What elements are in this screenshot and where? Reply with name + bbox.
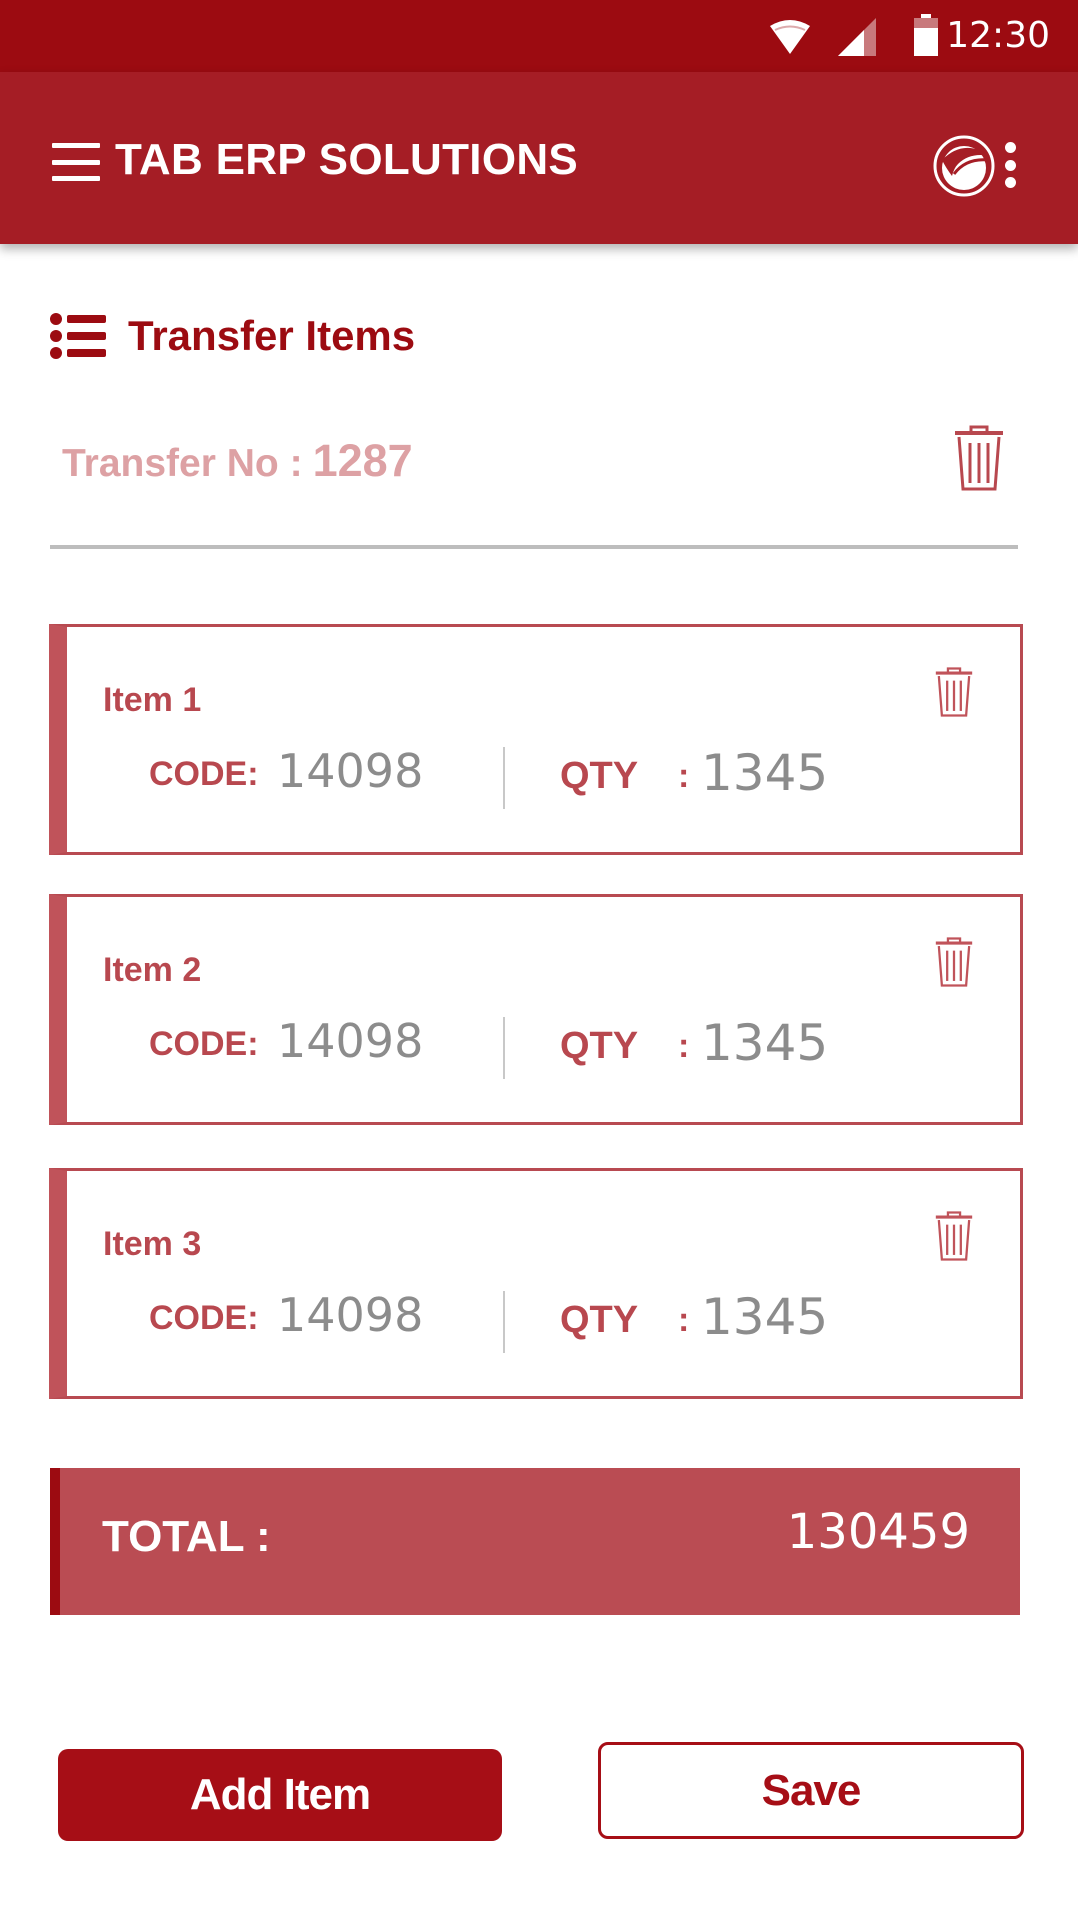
code-value: 14098 [277, 1288, 424, 1342]
qty-separator: : [678, 1027, 690, 1065]
item-card[interactable]: Item 3 CODE: 14098 QTY : 1345 [49, 1168, 1023, 1399]
qty-label: QTY [560, 755, 639, 797]
total-bar: TOTAL : 130459 [50, 1468, 1020, 1615]
app-title: TAB ERP SOLUTIONS [115, 135, 579, 184]
menu-icon[interactable] [52, 143, 100, 181]
qty-separator: : [678, 1301, 690, 1339]
trash-icon[interactable] [953, 425, 1005, 491]
divider [503, 1291, 505, 1353]
code-value: 14098 [277, 744, 424, 798]
section-header: Transfer Items [50, 310, 415, 362]
transfer-no-field[interactable]: Transfer No :1287 [50, 425, 1018, 549]
item-card[interactable]: Item 2 CODE: 14098 QTY : 1345 [49, 894, 1023, 1125]
trash-icon[interactable] [933, 937, 975, 987]
qty-separator: : [678, 757, 690, 795]
status-time: 12:30 [946, 15, 1050, 56]
code-value: 14098 [277, 1014, 424, 1068]
code-label: CODE: [149, 1025, 259, 1063]
qty-value: 1345 [701, 1014, 829, 1072]
qty-value: 1345 [701, 744, 829, 802]
save-button[interactable]: Save [598, 1742, 1024, 1839]
overflow-menu-icon[interactable] [1004, 142, 1016, 188]
transfer-no-value: 1287 [312, 435, 413, 486]
qty-value: 1345 [701, 1288, 829, 1346]
trash-icon[interactable] [933, 667, 975, 717]
battery-icon [914, 14, 938, 56]
item-name: Item 3 [103, 1225, 202, 1263]
item-card[interactable]: Item 1 CODE: 14098 QTY : 1345 [49, 624, 1023, 855]
total-value: 130459 [786, 1504, 970, 1560]
item-name: Item 1 [103, 681, 202, 719]
divider [503, 1017, 505, 1079]
item-name: Item 2 [103, 951, 202, 989]
list-icon [50, 313, 106, 359]
signal-icon [838, 18, 876, 56]
transfer-no-label: Transfer No :1287 [62, 435, 413, 487]
status-bar: 12:30 [0, 0, 1078, 72]
trash-icon[interactable] [933, 1211, 975, 1261]
divider [503, 747, 505, 809]
wifi-icon [770, 20, 810, 54]
section-title: Transfer Items [128, 312, 416, 359]
code-label: CODE: [149, 755, 259, 793]
qty-label: QTY [560, 1025, 639, 1067]
logo-icon[interactable] [932, 134, 996, 198]
transfer-no-label-text: Transfer No : [62, 442, 303, 485]
add-item-button[interactable]: Add Item [58, 1749, 502, 1841]
code-label: CODE: [149, 1299, 259, 1337]
total-label: TOTAL : [102, 1512, 271, 1561]
app-bar: TAB ERP SOLUTIONS [0, 72, 1078, 244]
qty-label: QTY [560, 1299, 639, 1341]
